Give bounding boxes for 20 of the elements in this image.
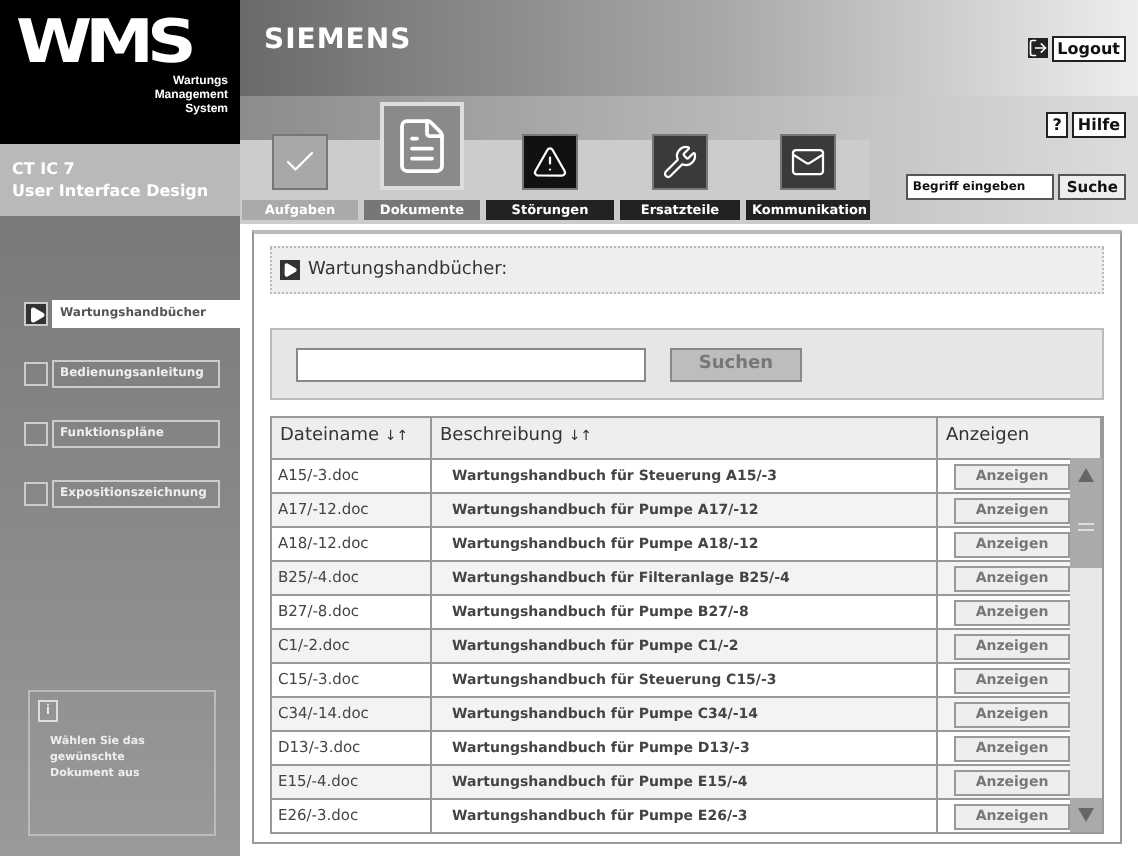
project-name: User Interface Design	[12, 180, 211, 202]
nav-square	[24, 482, 48, 506]
warning-icon	[532, 144, 568, 180]
scrollbar[interactable]	[1070, 458, 1102, 832]
play-icon	[24, 302, 48, 326]
nav-square	[24, 362, 48, 386]
tab-icon-button[interactable]	[780, 134, 836, 190]
search-button[interactable]: Suchen	[670, 347, 802, 381]
search-field[interactable]	[296, 347, 646, 381]
project-code: CT IC 7	[12, 158, 77, 180]
tab-icon-button[interactable]	[652, 134, 708, 190]
nav-square	[24, 422, 48, 446]
envelope-icon	[790, 144, 826, 180]
tab-icon-button[interactable]	[522, 134, 578, 190]
wrench-icon	[662, 144, 698, 180]
logo: WMS	[16, 12, 191, 76]
section-title: Wartungshandbücher:	[308, 260, 508, 280]
brand-name: SIEMENS	[264, 24, 412, 56]
play-icon	[280, 260, 300, 280]
logout-icon	[1027, 38, 1048, 58]
